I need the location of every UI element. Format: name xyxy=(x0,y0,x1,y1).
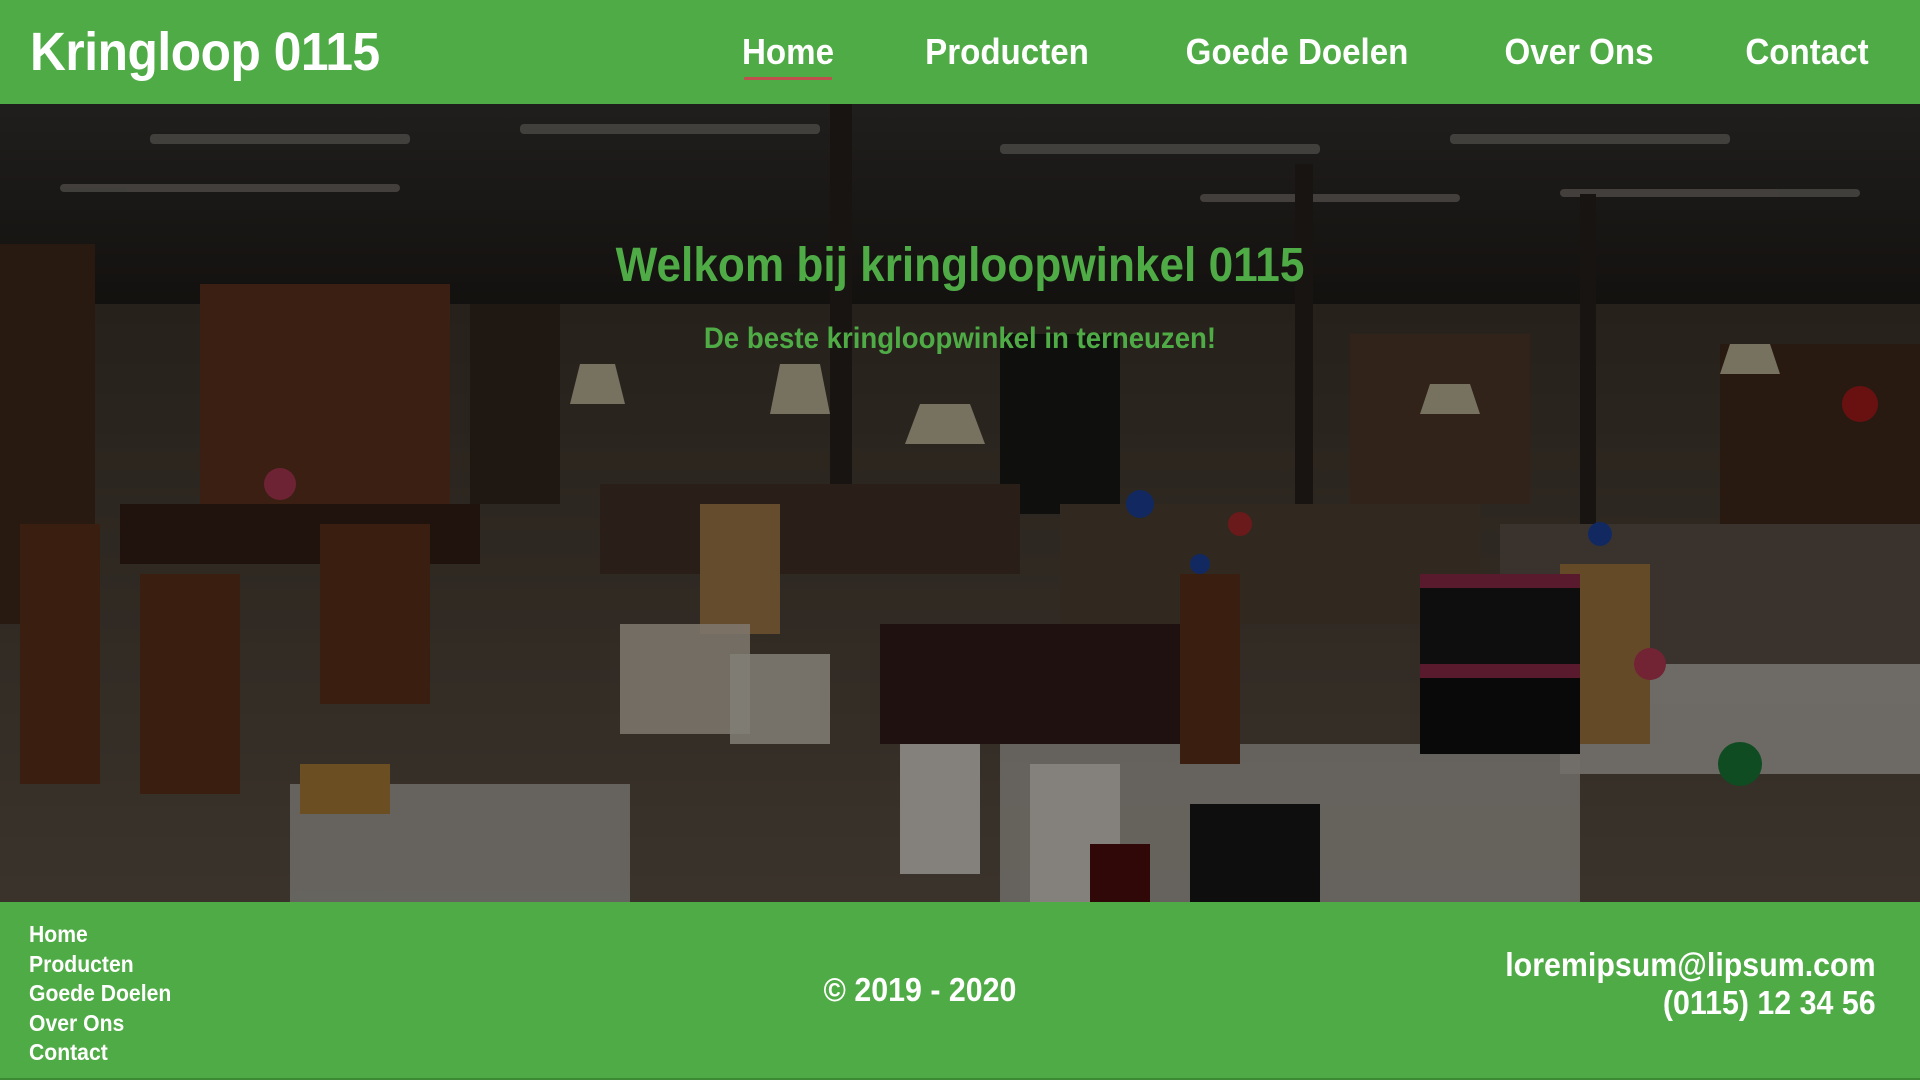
footer-contact: loremipsum@lipsum.com (0115) 12 34 56 xyxy=(1473,946,1876,1022)
footer-link-contact[interactable]: Contact xyxy=(29,1038,171,1068)
contact-email[interactable]: loremipsum@lipsum.com xyxy=(1506,946,1876,984)
main-nav: Home Producten Goede Doelen Over Ons Con… xyxy=(738,31,1874,80)
footer-link-home[interactable]: Home xyxy=(29,920,171,950)
footer-link-over-ons[interactable]: Over Ons xyxy=(29,1009,171,1039)
hero-subtitle: De beste kringloopwinkel in terneuzen! xyxy=(703,322,1217,355)
hero-title: Welkom bij kringloopwinkel 0115 xyxy=(615,239,1305,292)
nav-home[interactable]: Home xyxy=(742,31,834,80)
nav-goede-doelen[interactable]: Goede Doelen xyxy=(1186,31,1409,73)
nav-producten[interactable]: Producten xyxy=(925,31,1089,73)
contact-phone[interactable]: (0115) 12 34 56 xyxy=(1506,984,1876,1022)
site-header: Kringloop 0115 Home Producten Goede Doel… xyxy=(0,0,1920,104)
site-footer: Home Producten Goede Doelen Over Ons Con… xyxy=(0,902,1920,1080)
site-logo[interactable]: Kringloop 0115 xyxy=(30,21,380,83)
nav-over-ons[interactable]: Over Ons xyxy=(1504,31,1653,73)
hero-banner: Welkom bij kringloopwinkel 0115 De beste… xyxy=(0,104,1920,902)
hero-dark-overlay xyxy=(0,104,1920,902)
nav-contact[interactable]: Contact xyxy=(1745,31,1868,73)
